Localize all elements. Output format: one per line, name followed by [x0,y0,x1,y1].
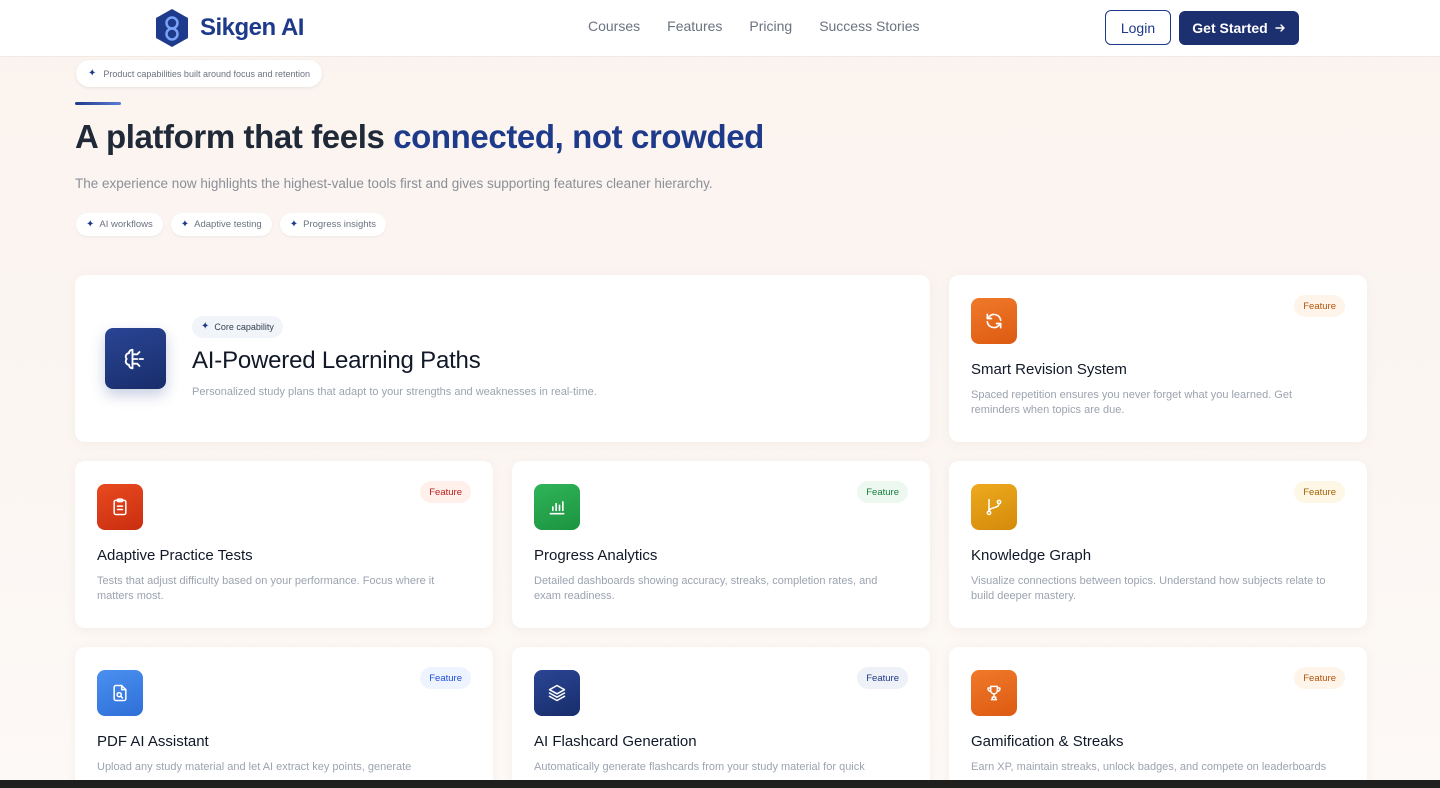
sparkle-icon: ✦ [289,218,299,230]
feature-card-flashcards[interactable]: Feature AI Flashcard Generation Automati… [512,647,930,788]
tag-label: Adaptive testing [194,219,262,230]
feature-card-progress-analytics[interactable]: Feature Progress Analytics Detailed dash… [512,461,930,628]
feature-badge: Feature [857,481,908,503]
nav-pricing[interactable]: Pricing [749,18,792,34]
brand-logo[interactable]: Sikgen AI [154,8,304,48]
feature-description: Upload any study material and let AI ext… [97,761,412,773]
layers-icon [534,670,580,716]
feature-card-smart-revision[interactable]: Feature Smart Revision System Spaced rep… [949,275,1367,442]
eyebrow-text: Product capabilities built around focus … [103,68,311,79]
feature-title: PDF AI Assistant [97,733,209,750]
feature-description: Automatically generate flashcards from y… [534,761,865,773]
hero-title-highlight: connected, not crowded [393,118,764,155]
feature-badge: Feature [1294,667,1345,689]
tag-ai-workflows: ✦ AI workflows [76,213,163,236]
sparkle-icon: ✦ [88,67,97,79]
feature-badge: Feature [420,667,471,689]
arrow-right-icon [1275,24,1285,32]
feature-title: Gamification & Streaks [971,733,1124,750]
os-taskbar [0,780,1440,788]
main-nav: Courses Features Pricing Success Stories [588,18,920,34]
feature-badge: Feature [857,667,908,689]
nav-courses[interactable]: Courses [588,18,640,34]
feature-description: Earn XP, maintain streaks, unlock badges… [971,761,1327,773]
brain-icon [105,328,166,389]
tag-progress-insights: ✦ Progress insights [279,213,386,236]
tag-adaptive-testing: ✦ Adaptive testing [170,213,272,236]
sparkle-icon: ✦ [86,218,95,230]
top-navbar: Sikgen AI Courses Features Pricing Succe… [0,0,1440,57]
feature-title: Progress Analytics [534,547,658,564]
refresh-icon [971,298,1017,344]
featured-card[interactable]: ✦ Core capability AI-Powered Learning Pa… [75,275,930,442]
featured-title: AI-Powered Learning Paths [192,347,481,374]
feature-title: Smart Revision System [971,361,1127,378]
feature-description: Detailed dashboards showing accuracy, st… [534,575,878,602]
trophy-icon [971,670,1017,716]
feature-title: AI Flashcard Generation [534,733,697,750]
feature-title: Adaptive Practice Tests [97,547,253,564]
featured-description: Personalized study plans that adapt to y… [192,386,597,398]
get-started-label: Get Started [1192,20,1268,36]
feature-card-knowledge-graph[interactable]: Feature Knowledge Graph Visualize connec… [949,461,1367,628]
core-capability-label: Core capability [214,322,274,332]
feature-card-adaptive-tests[interactable]: Feature Adaptive Practice Tests Tests th… [75,461,493,628]
brand-name: Sikgen AI [200,14,304,41]
feature-card-gamification[interactable]: Feature Gamification & Streaks Earn XP, … [949,647,1367,788]
feature-title: Knowledge Graph [971,547,1092,564]
tag-label: AI workflows [99,219,153,230]
login-button[interactable]: Login [1105,10,1171,45]
feature-card-pdf-assistant[interactable]: Feature PDF AI Assistant Upload any stud… [75,647,493,788]
hero-tags: ✦ AI workflows ✦ Adaptive testing ✦ Progres… [76,213,386,236]
core-capability-pill: ✦ Core capability [192,316,283,338]
hero-title: A platform that feels connected, not cro… [75,118,764,156]
sparkle-icon: ✦ [180,218,190,230]
tag-label: Progress insights [303,219,376,230]
git-branch-icon [971,484,1017,530]
logo-mark-icon [156,9,188,47]
get-started-button[interactable]: Get Started [1179,11,1299,45]
hero-subtitle: The experience now highlights the highes… [75,176,713,191]
feature-description: Tests that adjust difficulty based on yo… [97,575,435,602]
nav-features[interactable]: Features [667,18,722,34]
file-search-icon [97,670,143,716]
bar-chart-icon [534,484,580,530]
clipboard-icon [97,484,143,530]
feature-description: Spaced repetition ensures you never forg… [971,389,1293,416]
feature-badge: Feature [420,481,471,503]
hero-title-main: A platform that feels [75,118,394,155]
eyebrow-pill: ✦ Product capabilities built around focu… [76,60,323,87]
sparkle-icon: ✦ [201,321,210,332]
feature-badge: Feature [1294,481,1345,503]
nav-success-stories[interactable]: Success Stories [819,18,919,34]
feature-description: Visualize connections between topics. Un… [971,575,1326,602]
accent-divider [75,102,121,105]
feature-badge: Feature [1294,295,1345,317]
